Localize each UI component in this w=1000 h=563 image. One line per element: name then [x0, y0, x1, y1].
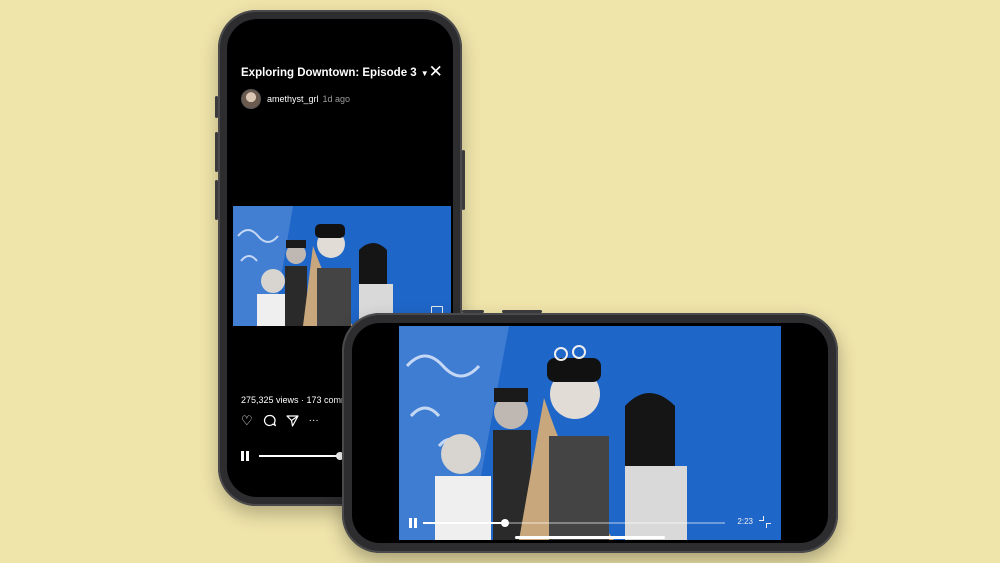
volume-up-button	[215, 132, 218, 172]
more-options-icon[interactable]: ···	[309, 415, 319, 426]
close-icon[interactable]: ✕	[429, 63, 443, 80]
send-icon[interactable]	[286, 414, 299, 427]
progress-fill	[259, 455, 340, 457]
author-row[interactable]: amethyst_grl 1d ago	[241, 89, 439, 109]
notch	[808, 373, 828, 493]
progress-fill	[423, 522, 505, 524]
video-title: Exploring Downtown: Episode 3	[241, 67, 417, 79]
username[interactable]: amethyst_grl	[267, 94, 319, 104]
volume-down-button	[215, 180, 218, 220]
mute-switch	[462, 310, 484, 313]
action-row: ♡ ···	[241, 414, 319, 427]
exit-fullscreen-icon[interactable]	[759, 516, 771, 528]
video-title-dropdown[interactable]: Exploring Downtown: Episode 3 ▼	[241, 63, 429, 81]
video-frame	[233, 206, 451, 326]
view-comment-stats: 275,325 views · 173 comm	[241, 395, 349, 405]
playback-bar-landscape: 2:23	[409, 516, 771, 528]
video-header: Exploring Downtown: Episode 3 ▼ ✕ amethys…	[241, 63, 443, 109]
scrubber-handle[interactable]	[500, 519, 509, 527]
caret-down-icon: ▼	[420, 69, 429, 78]
video-frame	[399, 326, 781, 540]
landscape-screen: 2:23	[352, 323, 828, 543]
avatar[interactable]	[241, 89, 261, 109]
post-age: 1d ago	[322, 94, 351, 104]
comment-icon[interactable]	[263, 414, 276, 427]
pause-icon[interactable]	[241, 451, 249, 461]
side-button	[462, 150, 465, 210]
video-player-portrait[interactable]	[233, 206, 451, 326]
volume-up-button	[502, 310, 542, 313]
pause-icon[interactable]	[409, 518, 417, 528]
progress-track[interactable]	[423, 519, 725, 527]
home-indicator	[515, 536, 665, 539]
landscape-phone: 2:23	[342, 310, 838, 553]
video-player-landscape[interactable]: 2:23	[399, 326, 781, 540]
mute-switch	[215, 96, 218, 118]
heart-icon[interactable]: ♡	[241, 414, 253, 427]
time-remaining: 2:23	[737, 517, 753, 526]
notch	[280, 19, 400, 39]
